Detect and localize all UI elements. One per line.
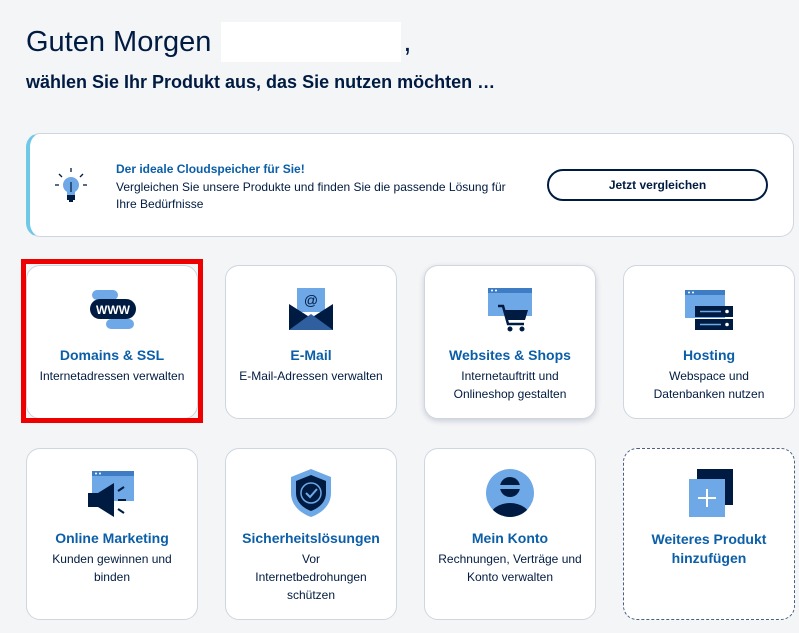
tile-security-solutions[interactable]: Sicherheitslösungen Vor Internetbedrohun… [225,448,397,620]
cloud-storage-promo-banner: Der ideale Cloudspeicher für Sie! Vergle… [26,133,794,237]
megaphone-icon [84,467,140,519]
tile-title: Mein Konto [471,530,549,546]
tile-websites-shops[interactable]: Websites & Shops Internetauftritt und On… [424,265,596,419]
tile-add-product[interactable]: Weiteres Produkt hinzufügen [623,448,795,620]
tile-description: Webspace und Datenbanken nutzen [653,369,765,401]
tile-title: E-Mail [290,347,332,363]
greeting-heading: Guten Morgen , [26,22,411,62]
tile-title: Sicherheitslösungen [242,530,380,546]
shield-check-icon [283,467,339,519]
plus-icon [681,467,737,519]
tile-description: Kunden gewinnen und binden [52,552,172,584]
tile-title: Weiteres Produkt hinzufügen [651,531,767,566]
tile-title: Online Marketing [55,530,169,546]
tile-title: Hosting [682,347,736,363]
user-avatar-icon [482,467,538,519]
lightbulb-icon [54,166,88,206]
promo-title: Der ideale Cloudspeicher für Sie! [116,162,305,176]
promo-text: Vergleichen Sie unsere Produkte und find… [116,180,506,211]
greeting-comma: , [403,25,412,58]
tile-description: Rechnungen, Verträge und Konto verwalten [438,552,582,584]
tile-email[interactable]: @ E-Mail E-Mail-Adressen verwalten [225,265,397,419]
greeting-text: Guten Morgen [26,25,212,58]
tile-description: E-Mail-Adressen verwalten [239,369,383,383]
tile-my-account[interactable]: Mein Konto Rechnungen, Verträge und Kont… [424,448,596,620]
tile-title: Domains & SSL [59,347,165,363]
page-subtitle: wählen Sie Ihr Produkt aus, das Sie nutz… [26,72,496,92]
tile-online-marketing[interactable]: Online Marketing Kunden gewinnen und bin… [26,448,198,620]
tile-domains-ssl[interactable]: WWW Domains & SSL Internetadressen verwa… [26,265,198,419]
email-icon: @ [283,284,339,336]
svg-text:WWW: WWW [96,303,131,317]
tile-title: Websites & Shops [449,347,571,363]
tile-description: Internetauftritt und Onlineshop gestalte… [453,369,567,401]
compare-now-button[interactable]: Jetzt vergleichen [547,169,768,201]
tile-hosting[interactable]: Hosting Webspace und Datenbanken nutzen [623,265,795,419]
www-domain-icon: WWW [84,284,140,336]
tile-description: Vor Internetbedrohungen schützen [255,552,367,602]
tile-description: Internetadressen verwalten [39,369,185,383]
svg-text:@: @ [304,292,318,308]
shopping-cart-icon [482,284,538,336]
redacted-user-name [221,22,402,62]
server-icon [681,284,737,336]
